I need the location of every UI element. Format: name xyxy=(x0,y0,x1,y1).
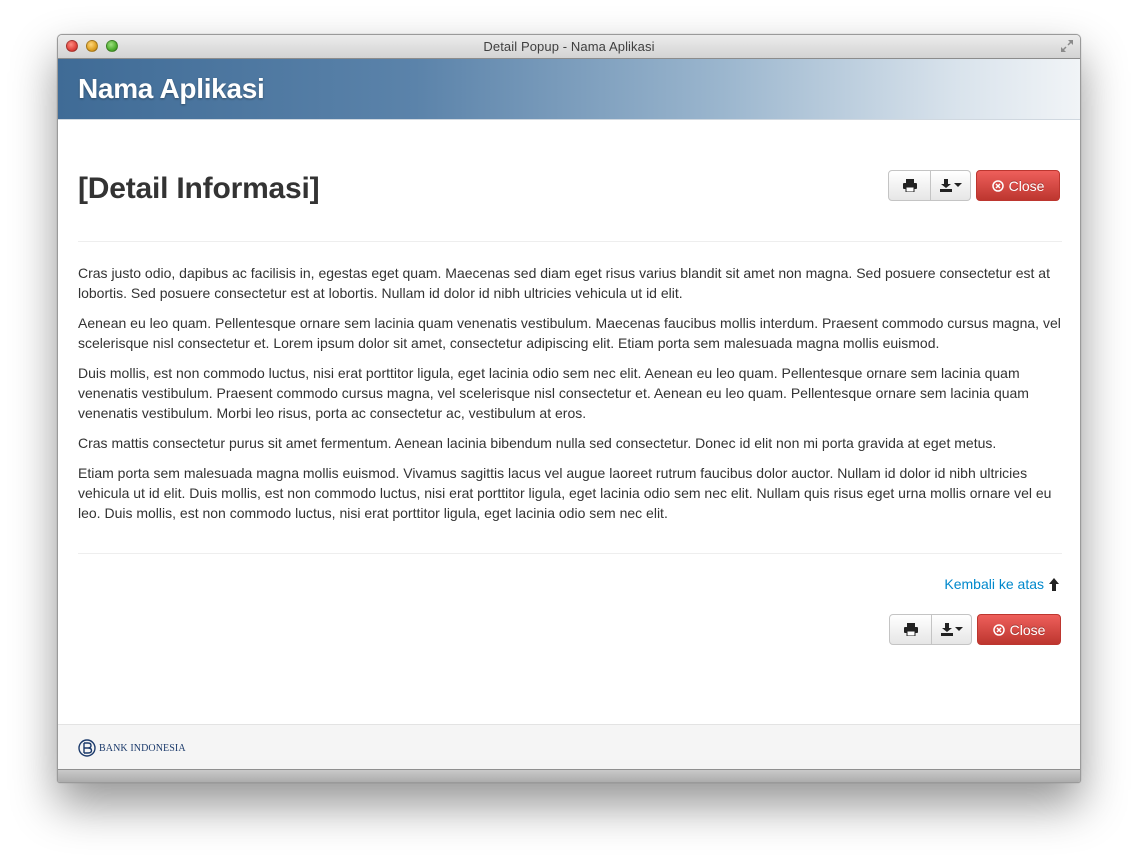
printer-icon xyxy=(902,179,917,192)
print-button[interactable] xyxy=(889,614,932,645)
app-header: Nama Aplikasi xyxy=(58,59,1080,120)
bank-indonesia-logo-icon xyxy=(78,739,96,757)
divider xyxy=(78,553,1062,554)
paragraph: Etiam porta sem malesuada magna mollis e… xyxy=(78,465,1052,521)
download-dropdown-button[interactable] xyxy=(931,170,971,201)
paragraph: Cras justo odio, dapibus ac facilisis in… xyxy=(78,265,1050,301)
printer-icon xyxy=(903,623,918,636)
download-icon xyxy=(940,623,953,636)
circle-x-icon xyxy=(991,179,1004,192)
bank-indonesia-logo-text: BANK INDONESIA xyxy=(99,742,186,754)
top-toolbar: Close xyxy=(888,170,1060,201)
page-title: [Detail Informasi] xyxy=(78,172,320,205)
back-to-top-link[interactable]: Kembali ke atas xyxy=(944,576,1059,592)
close-button-label: Close xyxy=(1008,177,1045,194)
paragraph: Cras mattis consectetur purus sit amet f… xyxy=(78,435,997,451)
download-icon xyxy=(939,179,952,192)
circle-x-icon xyxy=(992,623,1005,636)
window-title: Detail Popup - Nama Aplikasi xyxy=(483,39,655,54)
paragraph: Duis mollis, est non commodo luctus, nis… xyxy=(78,365,1029,421)
detail-content: Cras justo odio, dapibus ac facilisis in… xyxy=(78,263,1062,533)
app-name: Nama Aplikasi xyxy=(78,73,265,104)
close-button[interactable]: Close xyxy=(976,170,1060,201)
window-bottom-bar xyxy=(58,769,1080,782)
close-button[interactable]: Close xyxy=(977,614,1061,645)
bank-indonesia-logo: BANK INDONESIA xyxy=(78,739,186,757)
print-button[interactable] xyxy=(888,170,931,201)
title-bar[interactable]: Detail Popup - Nama Aplikasi xyxy=(58,35,1080,59)
caret-down-icon xyxy=(954,627,963,631)
paragraph: Aenean eu leo quam. Pellentesque ornare … xyxy=(78,315,1061,351)
bottom-toolbar: Close xyxy=(889,614,1061,645)
back-to-top-label: Kembali ke atas xyxy=(944,576,1044,592)
popup-window: Detail Popup - Nama Aplikasi Nama Aplika… xyxy=(57,34,1081,783)
close-button-label: Close xyxy=(1009,621,1046,638)
fullscreen-icon[interactable] xyxy=(1060,39,1074,53)
download-dropdown-button[interactable] xyxy=(932,614,972,645)
caret-down-icon xyxy=(953,183,962,187)
footer: BANK INDONESIA xyxy=(58,724,1080,769)
arrow-up-icon xyxy=(1049,577,1059,591)
divider xyxy=(78,241,1062,242)
